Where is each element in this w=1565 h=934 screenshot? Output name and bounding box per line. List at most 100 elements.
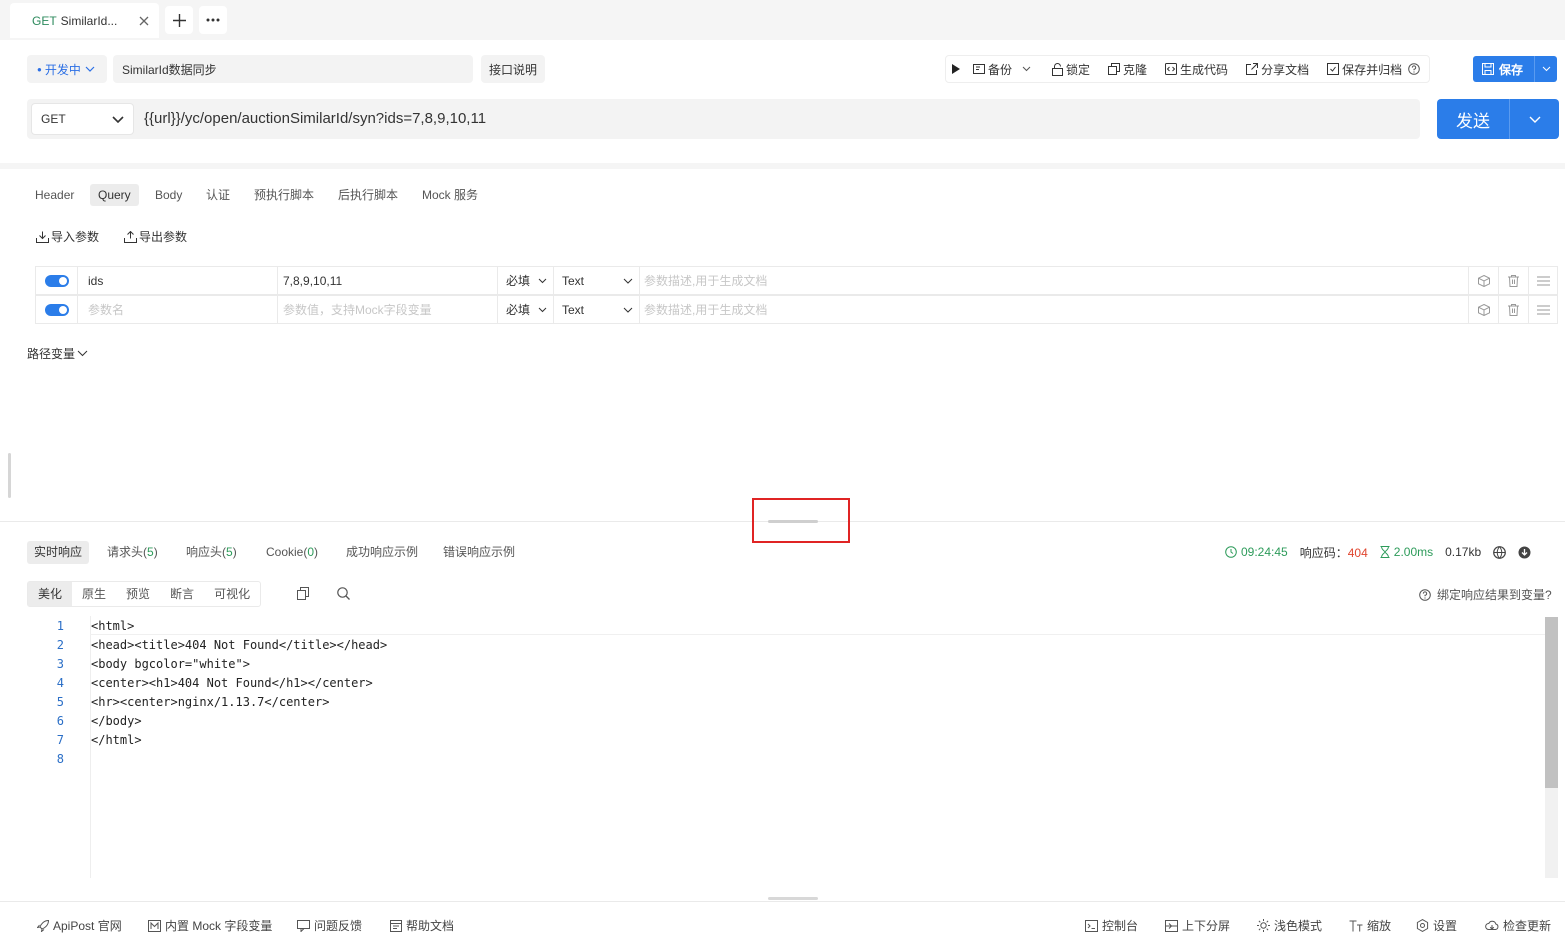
api-name-input[interactable]: SimilarId数据同步 bbox=[113, 55, 473, 83]
tab-response-headers[interactable]: 响应头(5) bbox=[179, 541, 244, 564]
vertical-scrollbar[interactable] bbox=[1545, 617, 1558, 788]
side-resize-handle[interactable] bbox=[8, 453, 11, 498]
save-archive-label: 保存并归档 bbox=[1342, 62, 1403, 77]
clone-button[interactable]: 克隆 bbox=[1108, 61, 1147, 78]
trash-icon[interactable] bbox=[1508, 303, 1519, 316]
method-select[interactable]: GET bbox=[31, 103, 134, 135]
help-docs-link[interactable]: 帮助文档 bbox=[390, 917, 454, 934]
response-time: 09:24:45 bbox=[1225, 545, 1288, 559]
check-update-button[interactable]: 检查更新 bbox=[1485, 917, 1551, 934]
settings-button[interactable]: 设置 bbox=[1416, 917, 1457, 934]
share-docs-button[interactable]: 分享文档 bbox=[1246, 61, 1309, 78]
drag-icon[interactable] bbox=[1536, 305, 1550, 315]
param-enable-toggle[interactable] bbox=[45, 303, 69, 316]
import-params-button[interactable]: 导入参数 bbox=[36, 228, 99, 245]
mock-vars-label: 内置 Mock 字段变量 bbox=[165, 919, 273, 933]
tab-header[interactable]: Header bbox=[27, 184, 82, 206]
send-button[interactable]: 发送 bbox=[1437, 99, 1559, 139]
param-required-select[interactable]: 必填 bbox=[498, 267, 554, 294]
zoom-button[interactable]: 缩放 bbox=[1349, 917, 1391, 934]
view-tab-raw[interactable]: 原生 bbox=[72, 582, 116, 606]
param-name-input[interactable]: ids bbox=[88, 274, 103, 288]
view-tab-assert[interactable]: 断言 bbox=[160, 582, 204, 606]
chevron-down-icon bbox=[1542, 66, 1551, 72]
line-number: 2 bbox=[56, 638, 64, 652]
tab-cookie[interactable]: Cookie(0) bbox=[259, 541, 325, 564]
param-required-select[interactable]: 必填 bbox=[498, 296, 554, 323]
new-tab-button[interactable] bbox=[165, 6, 193, 34]
backup-button[interactable]: 备份 bbox=[973, 61, 1034, 78]
param-desc-input[interactable]: 参数描述,用于生成文档 bbox=[644, 272, 767, 289]
official-site-link[interactable]: ApiPost 官网 bbox=[37, 917, 122, 934]
tab-body[interactable]: Body bbox=[147, 184, 190, 206]
mock-vars-link[interactable]: 内置 Mock 字段变量 bbox=[148, 917, 272, 934]
response-code-label: 响应码： bbox=[1299, 545, 1348, 560]
path-variables-toggle[interactable]: 路径变量 bbox=[27, 345, 88, 362]
param-type-select[interactable]: Text bbox=[554, 267, 640, 294]
bind-response-link[interactable]: 绑定响应结果到变量? bbox=[1419, 586, 1552, 603]
tab-auth[interactable]: 认证 bbox=[198, 184, 238, 206]
close-icon[interactable] bbox=[139, 16, 149, 26]
trash-icon[interactable] bbox=[1508, 274, 1519, 287]
globe-icon[interactable] bbox=[1493, 545, 1507, 559]
param-name-input[interactable]: 参数名 bbox=[88, 301, 124, 318]
highlight-box bbox=[752, 498, 850, 543]
tab-realtime-response[interactable]: 实时响应 bbox=[27, 541, 90, 564]
clone-icon bbox=[1108, 63, 1121, 75]
split-view-button[interactable]: 上下分屏 bbox=[1165, 917, 1230, 934]
lock-icon bbox=[1052, 62, 1064, 76]
search-icon[interactable] bbox=[337, 587, 350, 600]
drag-icon[interactable] bbox=[1536, 276, 1550, 286]
send-options-dropdown[interactable] bbox=[1510, 116, 1559, 123]
console-button[interactable]: 控制台 bbox=[1085, 917, 1138, 934]
request-tab[interactable]: GET SimilarId... bbox=[10, 3, 159, 38]
status-label: 开发中 bbox=[44, 62, 81, 77]
param-desc-input[interactable]: 参数描述,用于生成文档 bbox=[644, 301, 767, 318]
generate-code-button[interactable]: 生成代码 bbox=[1165, 61, 1228, 78]
check-update-label: 检查更新 bbox=[1503, 919, 1552, 933]
download-icon[interactable] bbox=[1518, 546, 1531, 559]
tab-request-headers[interactable]: 请求头(5) bbox=[100, 541, 165, 564]
status-select[interactable]: ● 开发中 bbox=[27, 55, 107, 83]
export-params-button[interactable]: 导出参数 bbox=[124, 228, 187, 245]
tab-post-script[interactable]: 后执行脚本 bbox=[330, 184, 406, 206]
view-tab-preview[interactable]: 预览 bbox=[116, 582, 160, 606]
cube-icon[interactable] bbox=[1477, 274, 1490, 287]
code-line: </html> bbox=[91, 733, 142, 747]
cube-icon[interactable] bbox=[1477, 303, 1490, 316]
copy-icon[interactable] bbox=[297, 587, 309, 600]
run-button[interactable] bbox=[952, 64, 963, 74]
tab-mock-service[interactable]: Mock 服务 bbox=[414, 184, 486, 206]
chevron-down-icon bbox=[623, 278, 633, 284]
save-archive-button[interactable]: 保存并归档 bbox=[1327, 61, 1423, 78]
tab-pre-script[interactable]: 预执行脚本 bbox=[246, 184, 322, 206]
param-type-select[interactable]: Text bbox=[554, 296, 640, 323]
generate-code-label: 生成代码 bbox=[1180, 62, 1229, 77]
more-tabs-button[interactable] bbox=[199, 6, 227, 34]
view-tab-visualize[interactable]: 可视化 bbox=[204, 582, 260, 606]
tab-query[interactable]: Query bbox=[90, 184, 139, 206]
tab-success-example[interactable]: 成功响应示例 bbox=[339, 541, 425, 564]
save-options-dropdown[interactable] bbox=[1535, 66, 1557, 72]
section-divider bbox=[0, 163, 1565, 169]
url-input[interactable]: {{url}}/yc/open/auctionSimilarId/syn?ids… bbox=[144, 110, 486, 127]
status-dot: ● bbox=[37, 64, 42, 74]
view-tab-beautify[interactable]: 美化 bbox=[28, 582, 73, 606]
more-icon bbox=[206, 18, 220, 22]
chevron-down-icon bbox=[1529, 116, 1541, 123]
save-button[interactable]: 保存 bbox=[1473, 56, 1557, 82]
feedback-link[interactable]: 问题反馈 bbox=[297, 917, 362, 934]
param-enable-toggle[interactable] bbox=[45, 274, 69, 287]
footer-splitter-handle[interactable] bbox=[768, 897, 818, 900]
chevron-down-icon[interactable] bbox=[1022, 66, 1031, 72]
param-required-value: 必填 bbox=[506, 274, 531, 288]
response-duration: 2.00ms bbox=[1380, 545, 1433, 559]
help-icon[interactable] bbox=[1408, 63, 1420, 75]
api-description-button[interactable]: 接口说明 bbox=[481, 55, 545, 83]
tab-error-example[interactable]: 错误响应示例 bbox=[436, 541, 522, 564]
rocket-icon bbox=[37, 919, 49, 932]
lock-button[interactable]: 锁定 bbox=[1052, 61, 1090, 78]
theme-button[interactable]: 浅色模式 bbox=[1257, 917, 1322, 934]
param-value-input[interactable]: 参数值，支持Mock字段变量 bbox=[283, 301, 432, 318]
param-value-input[interactable]: 7,8,9,10,11 bbox=[283, 274, 342, 288]
